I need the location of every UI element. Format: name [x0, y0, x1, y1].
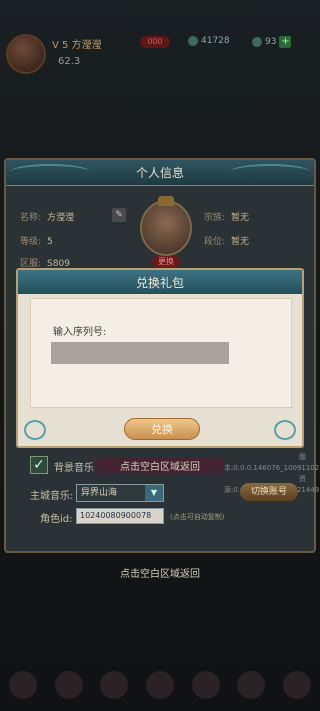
- nav-icon-7[interactable]: [283, 671, 312, 699]
- redeem-button[interactable]: 兑换: [124, 418, 200, 440]
- name-row: 名称: 方瀅瀅: [20, 210, 74, 223]
- coin-icon: [188, 36, 198, 46]
- power-badge: 000: [140, 36, 170, 48]
- tap-return-hint-inner[interactable]: 点击空白区域返回: [96, 458, 224, 473]
- player-avatar[interactable]: [6, 34, 46, 74]
- gold-value: 41728: [201, 36, 230, 46]
- name-label: 名称:: [20, 213, 42, 223]
- nav-icon-2[interactable]: [54, 671, 83, 699]
- nav-icon-4[interactable]: [145, 671, 174, 699]
- dialog-body: 输入序列号:: [30, 298, 292, 408]
- main-music-label: 主城音乐:: [30, 491, 74, 502]
- panel-header: 个人信息: [6, 160, 314, 186]
- level-value: 5: [47, 237, 53, 247]
- chevron-down-icon[interactable]: ▼: [145, 485, 163, 501]
- rank-label: 段位:: [204, 237, 226, 247]
- version-line-1: 版本:0.0.0.146076_10091102: [224, 453, 320, 472]
- tap-return-hint-outer[interactable]: 点击空白区域返回: [60, 565, 260, 580]
- player-vip-name: V 5 方瀅瀅: [52, 40, 102, 51]
- nav-icon-3[interactable]: [100, 671, 129, 699]
- swirl-ornament-right: [274, 420, 296, 440]
- gem-icon: [252, 37, 262, 47]
- level-label: 等级:: [20, 237, 42, 247]
- add-gems-button[interactable]: +: [279, 36, 292, 48]
- serial-label: 输入序列号:: [53, 327, 107, 338]
- clan-value: 暂无: [231, 213, 250, 223]
- level-row: 等级: 5: [20, 234, 53, 247]
- nav-icon-1[interactable]: [8, 671, 37, 699]
- rank-row: 段位: 暂无: [204, 234, 249, 247]
- gem-resource: 93 +: [252, 36, 292, 48]
- character-portrait[interactable]: [140, 196, 192, 256]
- copy-hint: (点击可自动复制): [170, 513, 225, 521]
- main-music-value: 异界山海: [81, 488, 118, 498]
- player-level: 62.3: [58, 56, 81, 67]
- crown-icon: [158, 196, 174, 206]
- dialog-title: 兑换礼包: [135, 276, 184, 290]
- role-id-label: 角色id:: [40, 514, 73, 525]
- dialog-header: 兑换礼包: [18, 270, 302, 294]
- bg-music-checkbox[interactable]: ✓: [30, 456, 48, 474]
- clan-row: 宗族: 暂无: [204, 210, 249, 223]
- swirl-ornament-left: [24, 420, 46, 440]
- gem-value: 93: [265, 37, 277, 47]
- serial-input[interactable]: [51, 342, 229, 364]
- gold-resource: 41728: [188, 36, 230, 46]
- name-value: 方瀅瀅: [47, 213, 75, 223]
- redeem-gift-dialog: 兑换礼包 输入序列号: 兑换: [16, 268, 304, 448]
- main-music-select[interactable]: 异界山海 ▼: [76, 484, 164, 502]
- top-bar: V 5 方瀅瀅 62.3 000 41728 93 +: [0, 28, 320, 80]
- panel-title: 个人信息: [135, 166, 184, 180]
- role-id-field[interactable]: 10240080900078: [76, 508, 164, 524]
- edit-name-icon[interactable]: ✎: [112, 208, 126, 222]
- change-avatar-button[interactable]: 更换: [152, 256, 180, 268]
- clan-label: 宗族:: [204, 213, 226, 223]
- switch-account-button[interactable]: 切换账号: [240, 483, 298, 501]
- bg-music-label: 背景音乐: [54, 463, 94, 474]
- bottom-nav: [0, 665, 320, 705]
- nav-icon-6[interactable]: [237, 671, 266, 699]
- nav-icon-5[interactable]: [191, 671, 220, 699]
- rank-value: 暂无: [231, 237, 250, 247]
